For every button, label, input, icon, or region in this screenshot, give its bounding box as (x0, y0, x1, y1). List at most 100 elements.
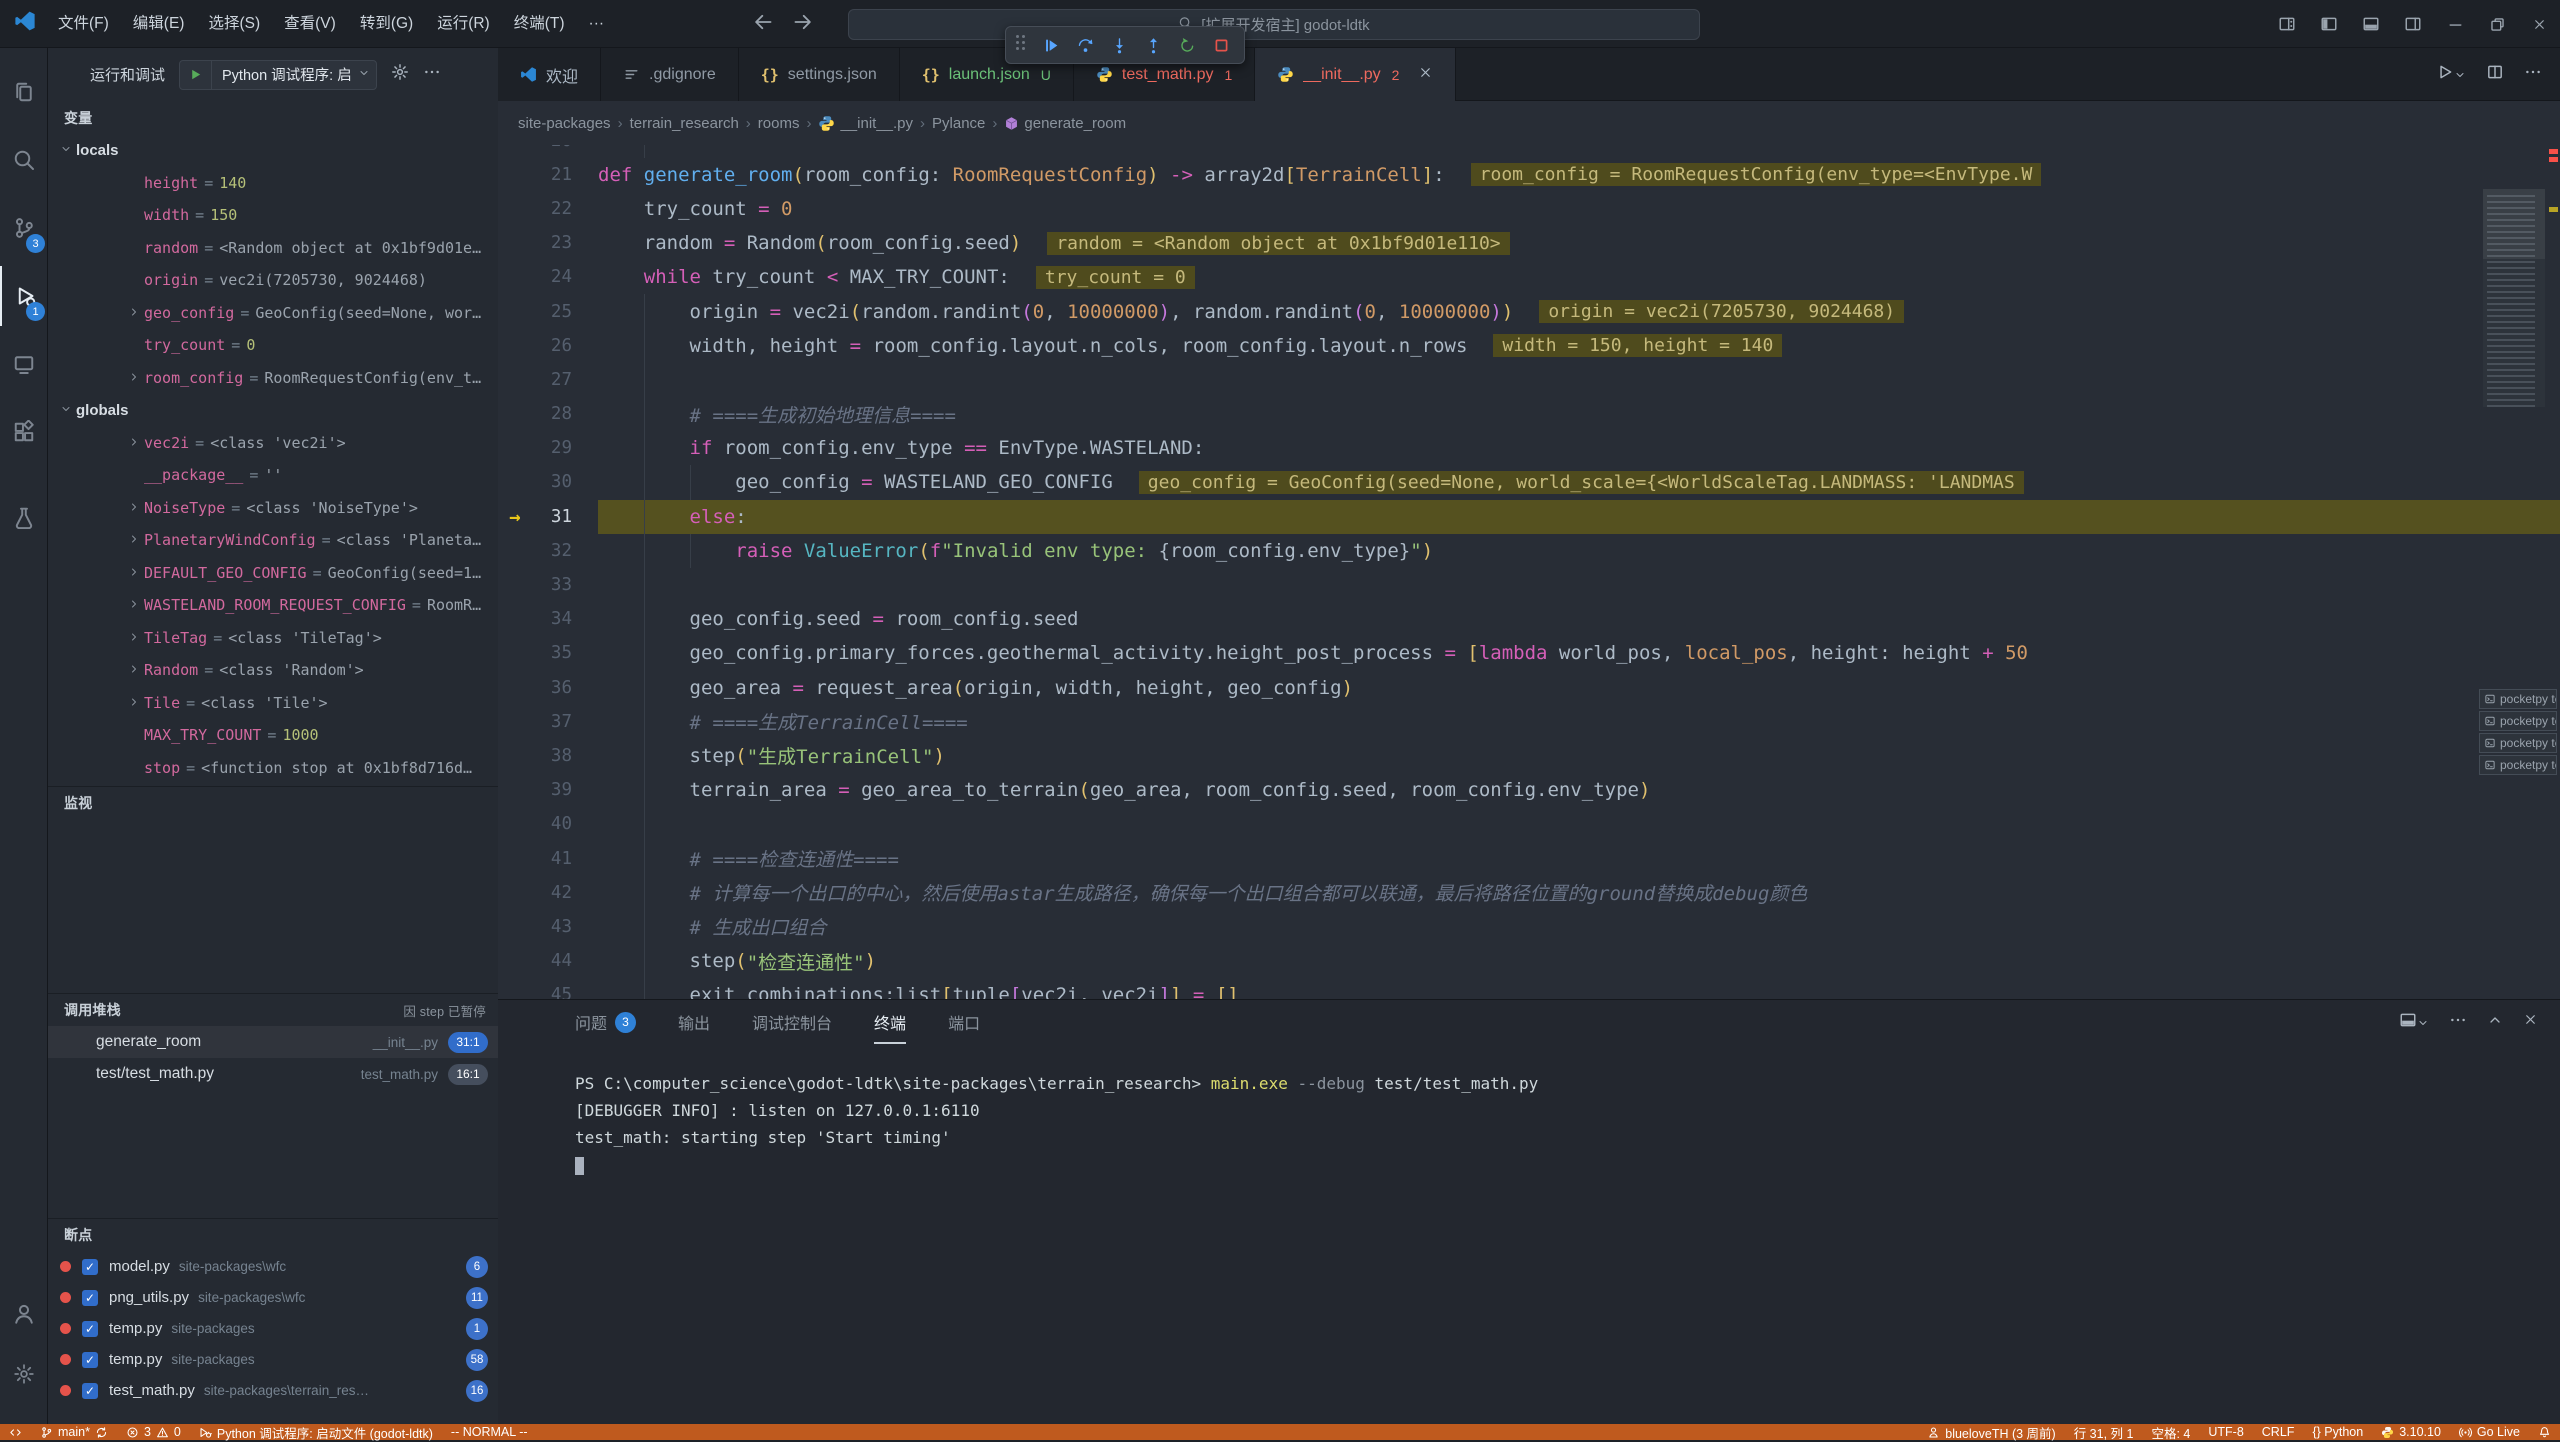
variable-row[interactable]: NoiseType=<class 'NoiseType'> (48, 492, 498, 525)
breakpoint-checkbox[interactable]: ✓ (82, 1259, 98, 1275)
statusbar-language-mode[interactable]: {} Python (2303, 1424, 2372, 1440)
breakpoint-checkbox[interactable]: ✓ (82, 1383, 98, 1399)
nav-back-icon[interactable] (752, 11, 774, 38)
notification-toast[interactable]: pocketpy te… (2479, 711, 2557, 731)
breadcrumb-item[interactable]: Pylance (932, 115, 985, 132)
toggle-secondary-sidebar-icon[interactable] (2392, 0, 2434, 48)
code-line-36[interactable]: →36 geo_area = request_area(origin, widt… (498, 671, 2560, 705)
code-line-26[interactable]: →26 width, height = room_config.layout.n… (498, 329, 2560, 363)
split-editor-icon[interactable] (2486, 63, 2504, 86)
stack-frame[interactable]: generate_room__init__.py31:1 (48, 1026, 498, 1058)
menu-item[interactable]: 终端(T) (502, 0, 577, 48)
code-line-45[interactable]: →45 exit_combinations:list[tuple[vec2i, … (498, 978, 2560, 999)
tab-settings.json[interactable]: {}settings.json (739, 48, 900, 101)
breakpoint-checkbox[interactable]: ✓ (82, 1321, 98, 1337)
statusbar-eol[interactable]: CRLF (2253, 1424, 2304, 1440)
notification-toast[interactable]: pocketpy te… (2479, 689, 2557, 709)
breakpoint-row[interactable]: ✓png_utils.pysite-packages\wfc11 (48, 1282, 498, 1313)
code-line-34[interactable]: →34 geo_config.seed = room_config.seed (498, 602, 2560, 636)
menu-item[interactable]: ··· (577, 0, 617, 48)
statusbar-debug-status[interactable]: Python 调试程序: 启动文件 (godot-ldtk) (190, 1424, 442, 1440)
code-line-30[interactable]: →30 geo_config = WASTELAND_GEO_CONFIGgeo… (498, 465, 2560, 499)
statusbar-encoding[interactable]: UTF-8 (2199, 1424, 2252, 1440)
watch-section-header[interactable]: 监视 (48, 786, 498, 819)
code-line-20[interactable]: →20 (498, 145, 2560, 158)
tab-.gdignore[interactable]: .gdignore (601, 48, 739, 101)
panel-tab-端口[interactable]: 端口 (948, 1000, 980, 1044)
breakpoint-row[interactable]: ✓model.pysite-packages\wfc6 (48, 1251, 498, 1282)
code-line-32[interactable]: →32 raise ValueError(f"Invalid env type:… (498, 534, 2560, 568)
code-line-37[interactable]: →37 # ====生成TerrainCell==== (498, 705, 2560, 739)
step-over-button[interactable] (1068, 29, 1102, 61)
variable-row[interactable]: height=140 (48, 167, 498, 200)
statusbar-notifications-bell[interactable] (2529, 1424, 2560, 1440)
breakpoint-row[interactable]: ✓temp.pysite-packages1 (48, 1313, 498, 1344)
command-center-search[interactable]: [扩展开发宿主] godot-ldtk (848, 9, 1700, 40)
tab-more-actions-icon[interactable] (2524, 63, 2542, 86)
tab-__init__.py[interactable]: __init__.py2 (1255, 48, 1456, 101)
step-into-button[interactable] (1102, 29, 1136, 61)
variable-row[interactable]: Tile=<class 'Tile'> (48, 687, 498, 720)
breakpoints-section-header[interactable]: 断点 (48, 1218, 498, 1251)
activitybar-accounts[interactable] (0, 1284, 48, 1344)
menu-item[interactable]: 查看(V) (272, 0, 348, 48)
code-line-41[interactable]: →41 # ====检查连通性==== (498, 841, 2560, 875)
code-line-43[interactable]: →43 # 生成出口组合 (498, 910, 2560, 944)
variable-group[interactable]: globals (48, 394, 498, 427)
nav-forward-icon[interactable] (792, 11, 814, 38)
activitybar-testing[interactable] (0, 488, 48, 548)
statusbar-remote-indicator[interactable] (0, 1424, 31, 1440)
variable-row[interactable]: try_count=0 (48, 329, 498, 362)
code-line-21[interactable]: →21def generate_room(room_config: RoomRe… (498, 158, 2560, 192)
code-line-44[interactable]: →44 step("检查连通性") (498, 944, 2560, 978)
code-line-29[interactable]: →29 if room_config.env_type == EnvType.W… (498, 431, 2560, 465)
panel-tab-调试控制台[interactable]: 调试控制台 (752, 1000, 832, 1044)
panel-tab-终端[interactable]: 终端 (874, 1000, 906, 1044)
variable-row[interactable]: origin=vec2i(7205730, 9024468) (48, 264, 498, 297)
terminal-output[interactable]: PS C:\computer_science\godot-ldtk\site-p… (575, 1070, 2560, 1178)
statusbar-gitlens-author[interactable]: blueloveTH (3 周前) (1918, 1424, 2064, 1440)
continue-button[interactable] (1034, 29, 1068, 61)
menu-item[interactable]: 选择(S) (196, 0, 272, 48)
restart-button[interactable] (1170, 29, 1204, 61)
activitybar-extensions[interactable] (0, 402, 48, 462)
code-line-42[interactable]: →42 # 计算每一个出口的中心，然后使用astar生成路径，确保每一个出口组合… (498, 876, 2560, 910)
breadcrumb[interactable]: site-packages›terrain_research›rooms›__i… (498, 101, 2560, 145)
toggle-sidebar-icon[interactable] (2308, 0, 2350, 48)
variable-row[interactable]: width=150 (48, 199, 498, 232)
statusbar-go-live[interactable]: Go Live (2450, 1424, 2529, 1440)
statusbar-branch[interactable]: main* (31, 1424, 117, 1440)
debug-configuration-select[interactable]: Python 调试程序: 启 (179, 60, 377, 90)
stack-frame[interactable]: test/test_math.pytest_math.py16:1 (48, 1058, 498, 1090)
activitybar-explorer[interactable] (0, 62, 48, 122)
close-panel-icon[interactable] (2523, 1012, 2538, 1032)
code-line-31[interactable]: →31 else: (498, 500, 2560, 534)
code-viewport[interactable]: →20→21def generate_room(room_config: Roo… (498, 145, 2560, 999)
statusbar-indentation[interactable]: 空格: 4 (2142, 1424, 2199, 1440)
more-actions-icon[interactable] (423, 63, 441, 86)
activitybar-manage[interactable] (0, 1344, 48, 1404)
variable-row[interactable]: vec2i=<class 'vec2i'> (48, 427, 498, 460)
notification-toast[interactable]: pocketpy te… (2479, 755, 2557, 775)
drag-grip-icon[interactable] (1016, 35, 1030, 55)
close-window-icon[interactable] (2518, 0, 2560, 48)
statusbar-cursor-position[interactable]: 行 31, 列 1 (2065, 1424, 2143, 1440)
statusbar-problems[interactable]: 30 (117, 1424, 190, 1440)
call-stack-section-header[interactable]: 调用堆栈 因 step 已暂停 (48, 993, 498, 1026)
breadcrumb-item[interactable]: terrain_research (630, 115, 739, 132)
breakpoint-checkbox[interactable]: ✓ (82, 1352, 98, 1368)
variable-row[interactable]: geo_config=GeoConfig(seed=None, wor… (48, 297, 498, 330)
statusbar-python-version[interactable]: 3.10.10 (2372, 1424, 2450, 1440)
menu-item[interactable]: 文件(F) (46, 0, 121, 48)
activitybar-run-and-debug[interactable]: 1 (0, 266, 48, 326)
panel-tab-问题[interactable]: 问题3 (575, 1000, 636, 1044)
menu-item[interactable]: 转到(G) (348, 0, 425, 48)
variable-row[interactable]: TileTag=<class 'TileTag'> (48, 622, 498, 655)
gear-icon[interactable] (391, 63, 409, 86)
code-line-33[interactable]: →33 (498, 568, 2560, 602)
run-python-file-icon[interactable] (2436, 63, 2466, 86)
close-tab-icon[interactable] (1418, 65, 1433, 85)
panel-tab-输出[interactable]: 输出 (678, 1000, 710, 1044)
variable-row[interactable]: random=<Random object at 0x1bf9d01e… (48, 232, 498, 265)
minimize-icon[interactable] (2434, 0, 2476, 48)
